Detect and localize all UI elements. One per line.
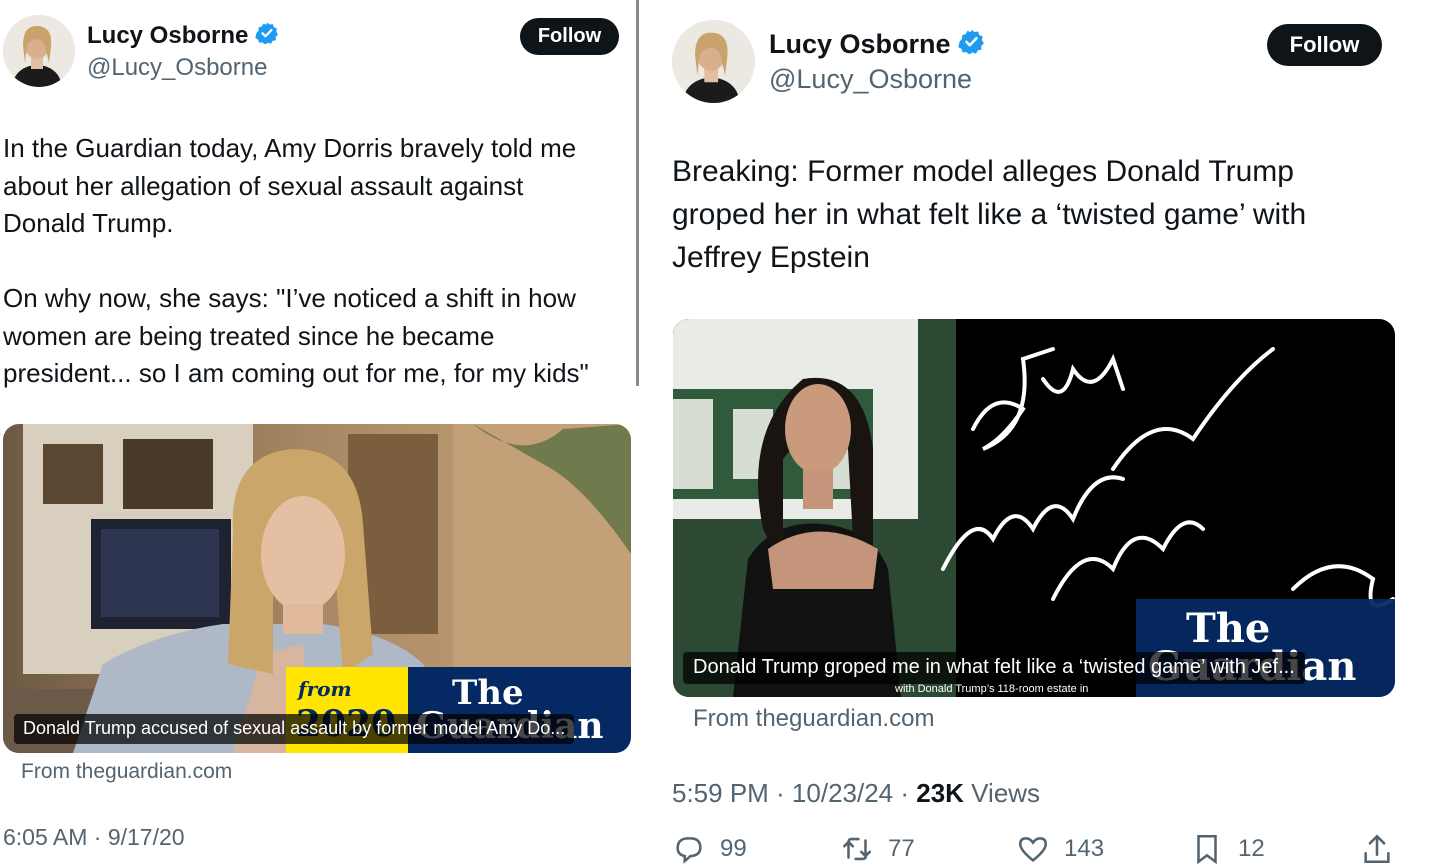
- follow-button[interactable]: Follow: [520, 18, 619, 55]
- follow-button[interactable]: Follow: [1267, 24, 1382, 66]
- avatar-photo: [3, 15, 75, 87]
- handle[interactable]: @Lucy_Osborne: [87, 54, 267, 82]
- repost-button[interactable]: 77: [840, 832, 915, 864]
- share-icon: [1364, 834, 1390, 864]
- reply-button[interactable]: 99: [672, 832, 747, 864]
- card-source-link[interactable]: From theguardian.com: [693, 705, 934, 733]
- share-button[interactable]: [1360, 832, 1394, 864]
- avatar[interactable]: [672, 20, 755, 103]
- bookmark-count: 12: [1238, 835, 1265, 862]
- card-caption: Donald Trump groped me in what felt like…: [683, 652, 1305, 684]
- right-tweet: Lucy Osborne @Lucy_Osborne Follow Breaki…: [640, 0, 1456, 864]
- tweet-text-line: president... so I am coming out for me, …: [3, 358, 589, 388]
- heart-icon: [1018, 837, 1048, 862]
- left-tweet: Lucy Osborne @Lucy_Osborne Follow In the…: [0, 0, 636, 864]
- reply-icon: [676, 837, 702, 864]
- tweet-text-line: about her allegation of sexual assault a…: [3, 170, 524, 201]
- bookmark-icon: [1197, 834, 1217, 864]
- tweet-timestamp[interactable]: 6:05 AM · 9/17/20: [3, 824, 185, 851]
- repost-count: 77: [888, 835, 915, 862]
- views-count: 23K: [916, 778, 964, 808]
- link-card[interactable]: from 2020 The Guardian Donald Trump accu…: [3, 424, 631, 753]
- tweet-text-line: In the Guardian today, Amy Dorris bravel…: [3, 133, 577, 163]
- tweet-text: Breaking: Former model alleges Donald Tr…: [672, 150, 1306, 279]
- card-caption: Donald Trump accused of sexual assault b…: [14, 714, 575, 744]
- reply-count: 99: [720, 835, 747, 862]
- verified-badge-icon: [957, 28, 985, 60]
- photo-caption: with Donald Trump’s 118-room estate in: [895, 683, 1089, 695]
- tweet-timestamp: 5:59 PM · 10/23/24 · 23K Views: [672, 778, 1040, 809]
- tweet-text: In the Guardian today, Amy Dorris bravel…: [3, 130, 589, 393]
- tweet-text-line: Jeffrey Epstein: [672, 241, 870, 274]
- handle[interactable]: @Lucy_Osborne: [769, 64, 972, 95]
- link-card[interactable]: The Guardian with Donald Trump’s 118-roo…: [673, 319, 1395, 697]
- bookmark-button[interactable]: 12: [1190, 832, 1265, 864]
- like-button[interactable]: 143: [1016, 832, 1104, 864]
- action-bar: 99 77 143 12: [672, 832, 1392, 864]
- tweet-text-line: Breaking: Former model alleges Donald Tr…: [672, 155, 1294, 188]
- display-name[interactable]: Lucy Osborne: [87, 22, 248, 50]
- avatar[interactable]: [3, 15, 75, 87]
- tweet-text-line: women are being treated since he became: [3, 320, 495, 351]
- tweet-text-line: [3, 243, 589, 281]
- card-source-link[interactable]: From theguardian.com: [21, 760, 232, 784]
- panel-divider: [636, 0, 639, 386]
- avatar-photo: [672, 20, 755, 103]
- like-count: 143: [1064, 835, 1105, 862]
- display-name[interactable]: Lucy Osborne: [769, 29, 951, 60]
- views-label: Views: [963, 778, 1041, 808]
- tweet-text-line: Donald Trump.: [3, 208, 174, 238]
- repost-icon: [842, 837, 872, 861]
- verified-badge-icon: [255, 21, 279, 50]
- tweet-text-line: groped her in what felt like a ‘twisted …: [672, 198, 1307, 231]
- badge-from-text: from: [298, 677, 352, 701]
- tweet-text-line: On why now, she says: "I’ve noticed a sh…: [3, 283, 576, 313]
- timestamp-date[interactable]: 5:59 PM · 10/23/24 ·: [672, 778, 916, 808]
